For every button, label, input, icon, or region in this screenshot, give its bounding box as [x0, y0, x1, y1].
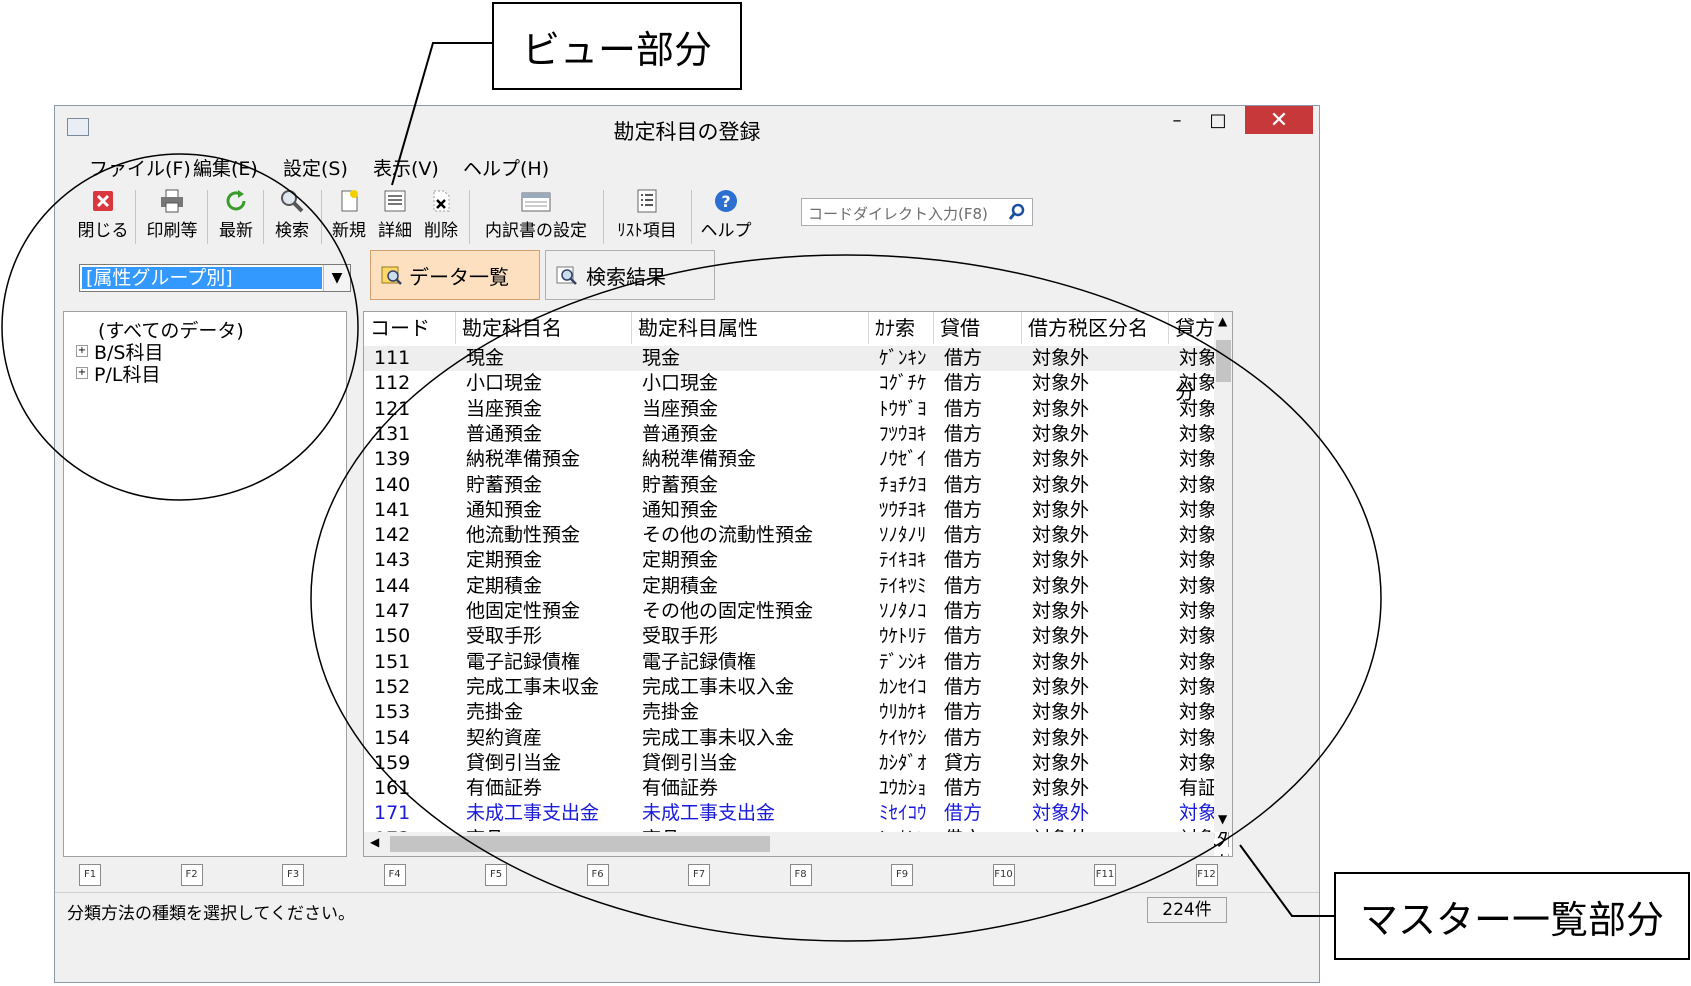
annotation-overlay: [1, 42, 1382, 942]
callout-master-list-part: マスター一覧部分: [1334, 872, 1690, 960]
view-part-leader: [391, 42, 492, 186]
view-part-ellipse: [1, 153, 359, 501]
master-list-leader: [1239, 844, 1334, 917]
master-list-ellipse: [310, 254, 1382, 942]
